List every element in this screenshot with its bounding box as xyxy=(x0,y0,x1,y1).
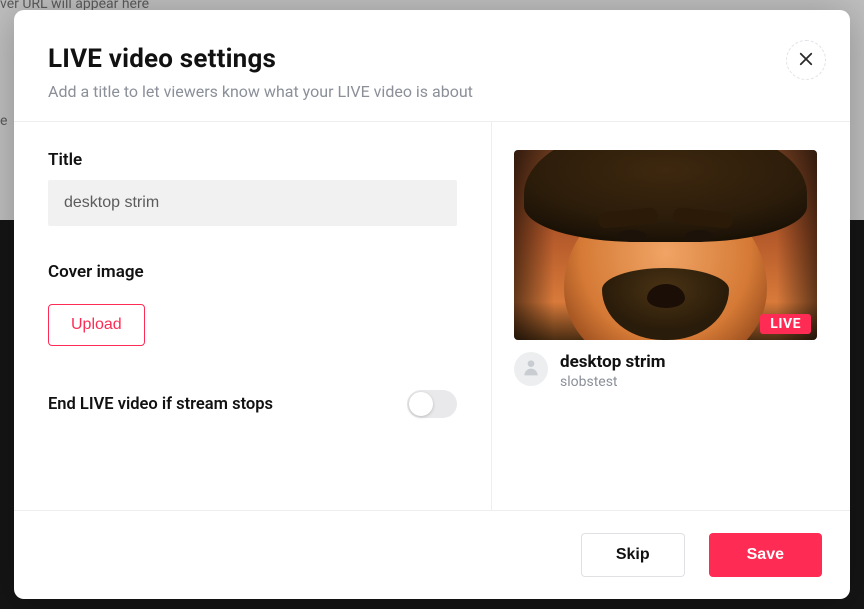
avatar xyxy=(514,352,548,386)
cover-preview-image: LIVE xyxy=(514,150,817,340)
end-stream-label: End LIVE video if stream stops xyxy=(48,395,273,414)
modal-subtitle: Add a title to let viewers know what you… xyxy=(48,82,816,101)
settings-column: Title Cover image Upload End LIVE video … xyxy=(14,122,492,510)
live-settings-modal: LIVE video settings Add a title to let v… xyxy=(14,10,850,599)
preview-meta: desktop strim slobstest xyxy=(514,352,828,390)
modal-footer: Skip Save xyxy=(14,510,850,599)
end-stream-row: End LIVE video if stream stops xyxy=(48,390,457,418)
background-stray-text: e xyxy=(0,113,7,129)
cover-image-label: Cover image xyxy=(48,262,457,282)
toggle-knob xyxy=(409,392,433,416)
modal-header: LIVE video settings Add a title to let v… xyxy=(14,10,850,121)
live-badge: LIVE xyxy=(760,314,811,334)
preview-username: slobstest xyxy=(560,374,665,390)
user-icon xyxy=(521,357,541,381)
title-label: Title xyxy=(48,150,457,170)
close-button[interactable] xyxy=(786,40,826,80)
skip-button[interactable]: Skip xyxy=(581,533,685,577)
preview-card: LIVE desktop strim slobstest xyxy=(514,150,828,390)
preview-title: desktop strim xyxy=(560,352,665,372)
upload-button[interactable]: Upload xyxy=(48,304,145,346)
modal-body: Title Cover image Upload End LIVE video … xyxy=(14,122,850,510)
save-button[interactable]: Save xyxy=(709,533,822,577)
modal-title: LIVE video settings xyxy=(48,44,816,74)
preview-column: LIVE desktop strim slobstest xyxy=(492,122,850,510)
title-input[interactable] xyxy=(48,180,457,226)
close-icon xyxy=(797,50,815,71)
end-stream-toggle[interactable] xyxy=(407,390,457,418)
